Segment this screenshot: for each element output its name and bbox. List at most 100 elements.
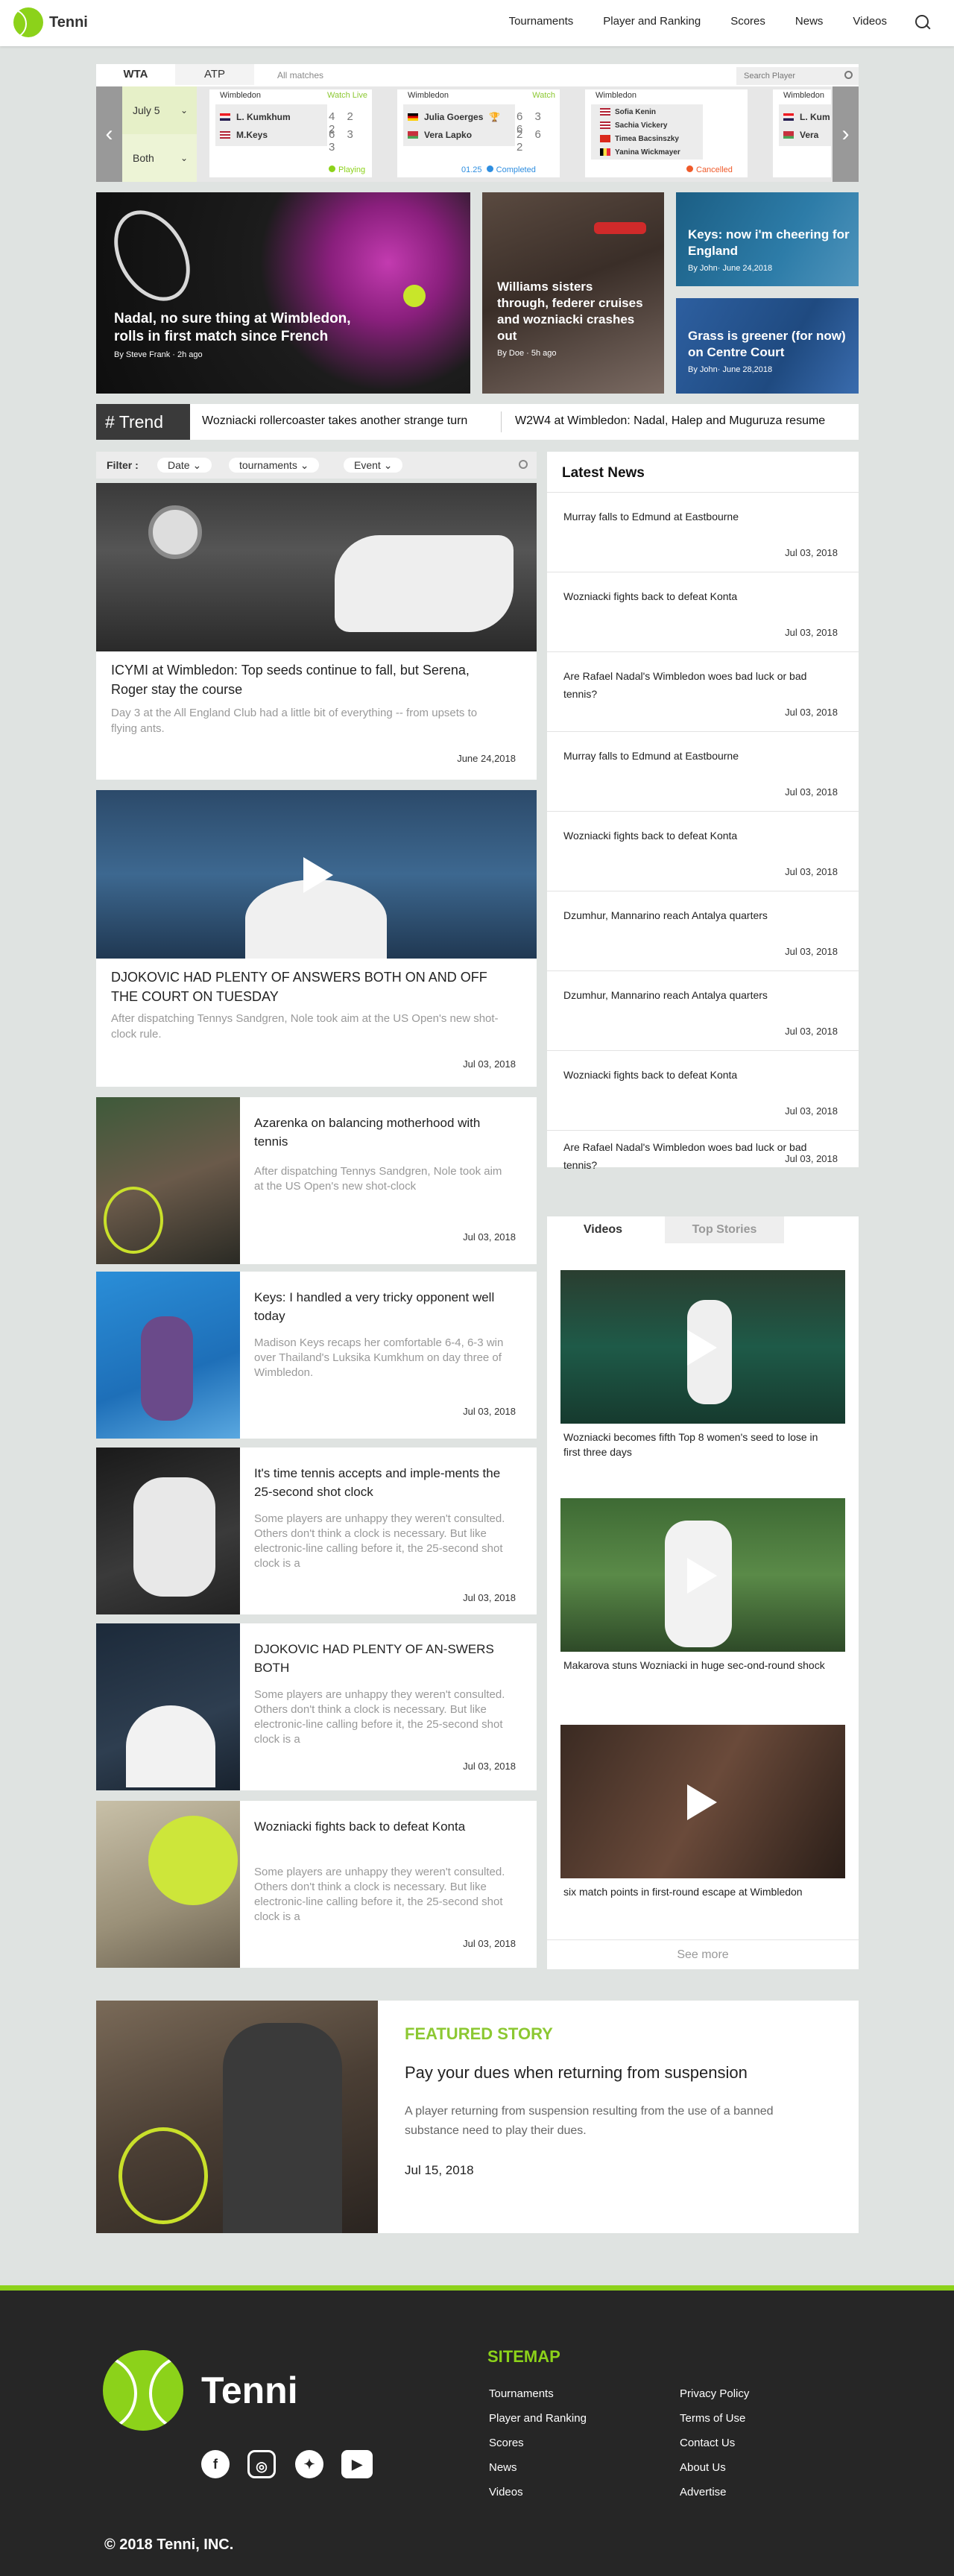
instagram-icon[interactable]: ◎	[247, 2450, 276, 2478]
featured-date: Jul 15, 2018	[405, 2163, 474, 2177]
watch-live-link[interactable]: Watch Live	[327, 91, 367, 100]
news-item[interactable]: Wozniacki fights back to defeat Konta Jul…	[547, 572, 859, 651]
player-image	[141, 1316, 193, 1421]
hero-card-grass[interactable]: Grass is greener (for now) on Centre Cou…	[676, 298, 859, 394]
all-matches-link[interactable]: All matches	[277, 70, 323, 80]
filter-bar: Filter : Date ⌄ tournaments ⌄ Event ⌄	[96, 452, 537, 479]
videos-panel: Videos Top Stories Wozniacki becomes fif…	[547, 1216, 859, 1969]
date-select[interactable]: July 5 ⌄	[122, 86, 197, 134]
hero-card-main[interactable]: Nadal, no sure thing at Wimbledon, rolls…	[96, 192, 470, 394]
trend-item[interactable]: W2W4 at Wimbledon: Nadal, Halep and Mugu…	[515, 414, 825, 428]
filter-event[interactable]: Event ⌄	[344, 458, 403, 473]
tab-top-stories[interactable]: Top Stories	[665, 1216, 784, 1243]
tab-atp[interactable]: ATP	[175, 64, 254, 85]
sitemap-heading: SITEMAP	[487, 2347, 560, 2366]
hero-meta: By John· June 28,2018	[688, 365, 773, 374]
article-card[interactable]: Keys: I handled a very tricky opponent w…	[96, 1272, 537, 1439]
trend-label: # Trend	[96, 404, 190, 440]
match-card[interactable]: Wimbledon Sofia Kenin Sachia Vickery Tim…	[585, 89, 748, 177]
featured-story[interactable]: FEATURED STORY Pay your dues when return…	[96, 2001, 859, 2233]
player-image	[335, 535, 514, 632]
news-item[interactable]: Are Rafael Nadal's Wimbledon woes bad lu…	[547, 651, 859, 731]
play-icon[interactable]	[687, 1784, 717, 1820]
footer-logo[interactable]: Tenni	[103, 2350, 298, 2431]
footer-link[interactable]: Contact Us	[680, 2437, 735, 2449]
play-icon[interactable]	[687, 1558, 717, 1594]
search-icon[interactable]	[519, 460, 528, 469]
news-item[interactable]: Are Rafael Nadal's Wimbledon woes bad lu…	[547, 1130, 859, 1171]
prev-arrow-icon[interactable]: ‹	[96, 86, 122, 182]
news-item[interactable]: Wozniacki fights back to defeat Konta Jul…	[547, 811, 859, 891]
article-card[interactable]: Azarenka on balancing motherhood with te…	[96, 1097, 537, 1264]
footer-link[interactable]: Player and Ranking	[489, 2412, 587, 2425]
footer-link[interactable]: Scores	[489, 2437, 524, 2449]
flag-usa-icon	[600, 108, 610, 116]
hero-title: Keys: now i'm cheering for England	[688, 227, 850, 258]
article-card[interactable]: It's time tennis accepts and imple-ments…	[96, 1448, 537, 1614]
play-icon[interactable]	[303, 857, 333, 893]
facebook-icon[interactable]: f	[201, 2450, 230, 2478]
match-tournament: Wimbledon	[783, 91, 825, 100]
footer-link[interactable]: Terms of Use	[680, 2412, 745, 2425]
match-card[interactable]: Wimbledon L. Kum Vera	[773, 89, 831, 177]
footer-link[interactable]: Tournaments	[489, 2387, 554, 2400]
player-name: Sachia Vickery	[615, 121, 668, 130]
nav-tournaments[interactable]: Tournaments	[509, 15, 574, 28]
article-thumb	[96, 1448, 240, 1614]
article-thumb	[96, 1623, 240, 1790]
news-title: Murray falls to Edmund at Eastbourne	[563, 750, 739, 762]
nav-scores[interactable]: Scores	[730, 15, 765, 28]
nav-player-ranking[interactable]: Player and Ranking	[603, 15, 701, 28]
see-more-button[interactable]: See more	[547, 1939, 859, 1969]
news-item[interactable]: Dzumhur, Mannarino reach Antalya quarter…	[547, 891, 859, 970]
chip-label: Date	[168, 459, 190, 471]
tab-videos[interactable]: Videos	[547, 1216, 659, 1243]
gender-value: Both	[133, 152, 154, 164]
video-title: six match points in first-round escape a…	[563, 1886, 803, 1898]
chip-label: tournaments	[239, 459, 297, 471]
news-item[interactable]: Murray falls to Edmund at Eastbourne Jul …	[547, 731, 859, 811]
flag-germany-icon	[408, 113, 418, 121]
watch-link[interactable]: Watch	[532, 91, 555, 100]
match-card[interactable]: Wimbledon Watch Live L. Kumkhum M.Keys 4 …	[209, 89, 372, 177]
racket-image	[98, 197, 206, 315]
nav-news[interactable]: News	[795, 15, 824, 28]
footer-link[interactable]: News	[489, 2461, 517, 2474]
footer-link[interactable]: Privacy Policy	[680, 2387, 749, 2400]
article-card[interactable]: DJOKOVIC HAD PLENTY OF AN-SWERS BOTH Som…	[96, 1623, 537, 1790]
news-item[interactable]: Murray falls to Edmund at Eastbourne Jul …	[547, 492, 859, 572]
article-card[interactable]: Wozniacki fights back to defeat Konta So…	[96, 1801, 537, 1968]
article-date: Jul 03, 2018	[463, 1231, 516, 1243]
video-thumb	[560, 1270, 845, 1424]
match-tournament: Wimbledon	[596, 91, 637, 100]
gender-select[interactable]: Both ⌄	[122, 134, 197, 182]
search-icon	[844, 71, 853, 79]
play-icon[interactable]	[687, 1330, 717, 1366]
match-tournament: Wimbledon	[408, 91, 449, 100]
filter-date[interactable]: Date ⌄	[157, 458, 212, 473]
next-arrow-icon[interactable]: ›	[833, 86, 859, 182]
twitter-icon[interactable]: ✦	[295, 2450, 323, 2478]
logo[interactable]: Tenni	[13, 7, 88, 37]
nav-videos[interactable]: Videos	[853, 15, 887, 28]
article-card[interactable]: ICYMI at Wimbledon: Top seeds continue t…	[96, 483, 537, 780]
player-name: Yanina Wickmayer	[615, 148, 680, 157]
article-title: Wozniacki fights back to defeat Konta	[254, 1819, 466, 1834]
news-item[interactable]: Dzumhur, Mannarino reach Antalya quarter…	[547, 970, 859, 1050]
youtube-icon[interactable]: ▶	[341, 2450, 373, 2478]
article-card[interactable]: DJOKOVIC HAD PLENTY OF ANSWERS BOTH ON A…	[96, 790, 537, 1087]
search-icon[interactable]	[914, 13, 932, 31]
hero-card-williams[interactable]: Williams sisters through, federer cruise…	[482, 192, 664, 394]
article-image	[96, 483, 537, 651]
footer-link[interactable]: Videos	[489, 2486, 523, 2498]
hero-card-keys[interactable]: Keys: now i'm cheering for England By Joh…	[676, 192, 859, 286]
video-thumb	[560, 1725, 845, 1878]
trend-item[interactable]: Wozniacki rollercoaster takes another st…	[202, 414, 467, 428]
match-card[interactable]: Wimbledon Watch Julia Goerges 🏆 Vera Lapko…	[397, 89, 560, 177]
news-item[interactable]: Wozniacki fights back to defeat Konta Jul…	[547, 1050, 859, 1130]
player-search-input[interactable]: Search Player	[736, 67, 859, 85]
footer-link[interactable]: Advertise	[680, 2486, 727, 2498]
tab-wta[interactable]: WTA	[96, 64, 175, 85]
filter-tournaments[interactable]: tournaments ⌄	[229, 458, 320, 473]
footer-link[interactable]: About Us	[680, 2461, 726, 2474]
